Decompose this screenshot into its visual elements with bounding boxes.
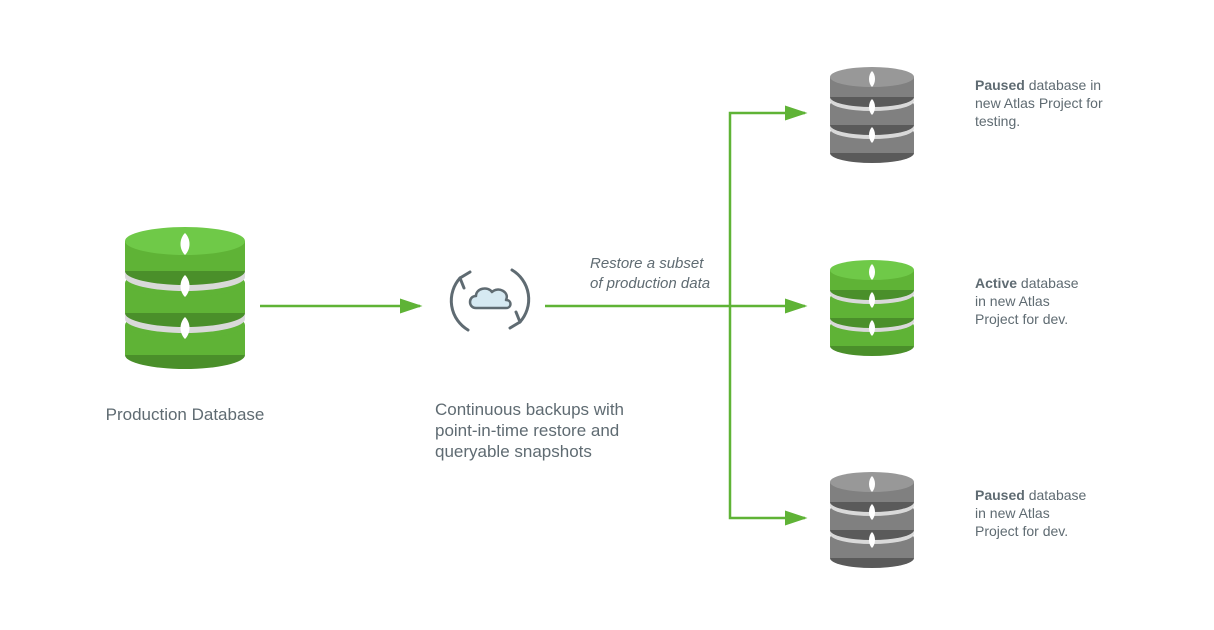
target1-line2: testing. [975, 113, 1020, 129]
target1-line0: Paused database in [975, 77, 1101, 93]
target-db-testing-icon [830, 67, 914, 163]
target2-line1: in new Atlas [975, 293, 1050, 309]
production-database-icon [125, 227, 245, 369]
target2-line2: Project for dev. [975, 311, 1068, 327]
target-db-dev-active-icon [830, 260, 914, 356]
target3-line0: Paused database [975, 487, 1087, 503]
edge-label-line1: Restore a subset [590, 255, 704, 272]
backup-refresh-icon [451, 270, 528, 330]
target1-line1: new Atlas Project for [975, 95, 1103, 111]
diagram-canvas: Production Database Continuous backups w… [0, 0, 1214, 630]
target3-line1: in new Atlas [975, 505, 1050, 521]
backup-label-line1: Continuous backups with [435, 400, 624, 419]
edge-label-line2: of production data [590, 275, 710, 292]
target2-line0: Active database [975, 275, 1079, 291]
backup-label-line3: queryable snapshots [435, 442, 592, 461]
target3-line2: Project for dev. [975, 523, 1068, 539]
target-db-dev-paused-icon [830, 472, 914, 568]
backup-label-line2: point-in-time restore and [435, 421, 619, 440]
production-database-label: Production Database [106, 405, 265, 424]
